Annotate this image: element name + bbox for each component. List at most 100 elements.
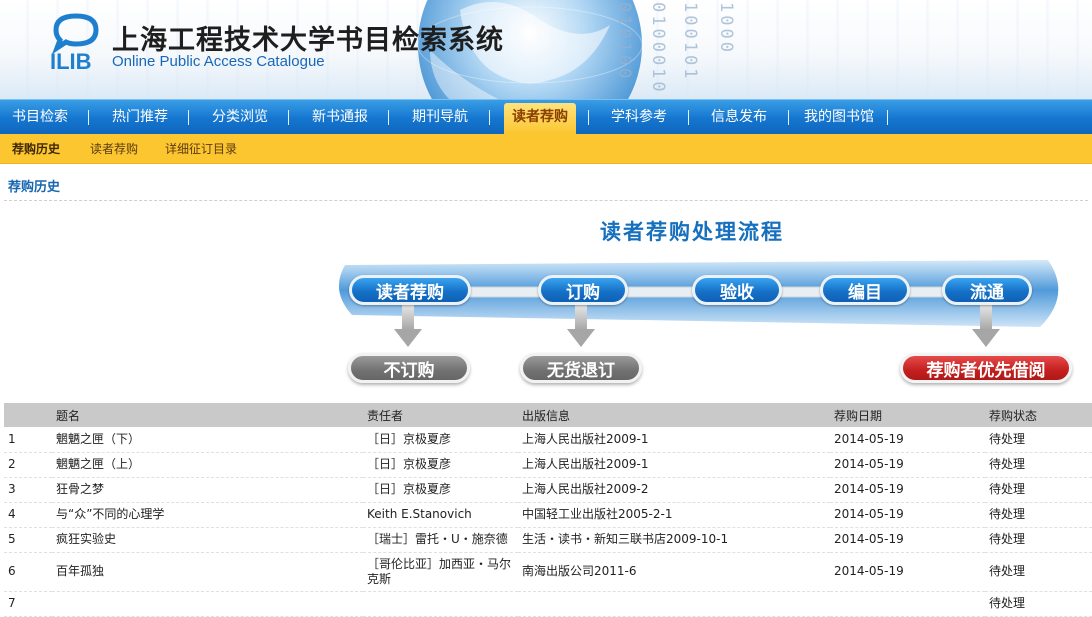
ilib-logo: ILIB: [50, 13, 99, 72]
cell-number: 5: [4, 527, 52, 553]
logo-text: ILIB: [50, 49, 92, 72]
divider: [4, 200, 1088, 201]
cell-publication: 上海人民出版社2009-1: [518, 452, 830, 478]
nav-item-subject-reference[interactable]: 学科参考: [599, 100, 679, 134]
cell-title[interactable]: [52, 591, 363, 617]
cell-publication: 中国轻工业出版社2005-2-1: [518, 502, 830, 528]
main-nav: 书目检索 热门推荐 分类浏览 新书通报 期刊导航 读者荐购 学科参考 信息发布 …: [0, 99, 1092, 134]
subnav-item-order-catalog[interactable]: 详细征订目录: [165, 134, 237, 164]
cell-publication: [518, 591, 830, 617]
cell-date: 2014-05-19: [830, 527, 985, 553]
cell-number: 7: [4, 591, 52, 617]
table-row: 1 魍魉之匣（下） ［日］京极夏彦 上海人民出版社2009-1 2014-05-…: [4, 427, 1092, 453]
column-header-number: [4, 403, 52, 427]
cell-title[interactable]: 疯狂实验史: [52, 527, 363, 553]
nav-separator: [688, 110, 689, 125]
cell-title[interactable]: 魍魉之匣（上）: [52, 452, 363, 478]
process-flow-diagram: 读者荐购处理流程 读者荐购 订购 验收 编目 流通 不订购 无货退订 荐购者优先…: [0, 205, 1092, 400]
nav-item-reader-recommend[interactable]: 读者荐购: [504, 103, 576, 134]
cell-status: 待处理: [985, 452, 1092, 478]
cell-publication: 上海人民出版社2009-1: [518, 427, 830, 453]
flow-step-circulation: 流通: [942, 275, 1032, 305]
cell-number: 2: [4, 452, 52, 478]
nav-separator: [489, 110, 490, 125]
flow-step-order: 订购: [538, 275, 628, 305]
nav-separator: [588, 110, 589, 125]
column-header-publication[interactable]: 出版信息: [518, 403, 830, 427]
cell-status: 待处理: [985, 427, 1092, 453]
cell-status: 待处理: [985, 477, 1092, 503]
cell-date: 2014-05-19: [830, 452, 985, 478]
cell-title[interactable]: 狂骨之梦: [52, 477, 363, 503]
cell-title[interactable]: 与“众”不同的心理学: [52, 502, 363, 528]
cell-author: ［日］京极夏彦: [363, 427, 518, 453]
subnav-item-reader-recommend[interactable]: 读者荐购: [90, 134, 138, 164]
cell-number: 4: [4, 502, 52, 528]
binary-column: 1000: [716, 2, 736, 55]
flow-branch-priority-borrow: 荐购者优先借阅: [900, 353, 1072, 383]
cell-author: [363, 591, 518, 617]
table-row: 6 百年孤独 ［哥伦比亚］加西亚・马尔克斯 南海出版公司2011-6 2014-…: [4, 552, 1092, 592]
cell-title[interactable]: 魍魉之匣（下）: [52, 427, 363, 453]
flow-step-reader-recommend: 读者荐购: [349, 275, 471, 305]
cell-status: 待处理: [985, 527, 1092, 553]
cell-date: 2014-05-19: [830, 427, 985, 453]
nav-item-new-books[interactable]: 新书通报: [300, 100, 380, 134]
cell-publication: 上海人民出版社2009-2: [518, 477, 830, 503]
cell-author: Keith E.Stanovich: [363, 502, 518, 528]
cell-status: 待处理: [985, 502, 1092, 528]
cell-date: [830, 591, 985, 617]
sub-nav: 荐购历史 读者荐购 详细征订目录: [0, 134, 1092, 164]
site-title: 上海工程技术大学书目检索系统: [112, 25, 504, 56]
nav-separator: [88, 110, 89, 125]
site-subtitle: Online Public Access Catalogue: [112, 53, 325, 70]
cell-date: 2014-05-19: [830, 552, 985, 592]
cell-author: ［日］京极夏彦: [363, 477, 518, 503]
table-row: 2 魍魉之匣（上） ［日］京极夏彦 上海人民出版社2009-1 2014-05-…: [4, 452, 1092, 478]
table-row: 4 与“众”不同的心理学 Keith E.Stanovich 中国轻工业出版社2…: [4, 502, 1092, 528]
nav-item-journal-nav[interactable]: 期刊导航: [400, 100, 480, 134]
page-title: 荐购历史: [8, 180, 61, 195]
cell-number: 3: [4, 477, 52, 503]
cell-title[interactable]: 百年孤独: [52, 552, 363, 592]
column-header-status[interactable]: 荐购状态: [985, 403, 1092, 427]
table-header-row: 题名 责任者 出版信息 荐购日期 荐购状态: [4, 403, 1092, 427]
cell-author: ［瑞士］雷托・U・施奈德: [363, 527, 518, 553]
nav-separator: [388, 110, 389, 125]
flow-branch-no-order: 不订购: [348, 353, 470, 383]
cell-publication: 生活・读书・新知三联书店2009-10-1: [518, 527, 830, 553]
table-row: 7 待处理: [4, 591, 1092, 617]
binary-column: 100101: [680, 2, 700, 82]
nav-item-info-release[interactable]: 信息发布: [699, 100, 779, 134]
cell-date: 2014-05-19: [830, 477, 985, 503]
nav-separator: [288, 110, 289, 125]
column-header-date[interactable]: 荐购日期: [830, 403, 985, 427]
nav-separator: [188, 110, 189, 125]
nav-item-catalog-search[interactable]: 书目检索: [0, 100, 80, 134]
cell-author: ［哥伦比亚］加西亚・马尔克斯: [363, 552, 518, 592]
cell-publication: 南海出版公司2011-6: [518, 552, 830, 592]
cell-number: 6: [4, 552, 52, 592]
cell-status: 待处理: [985, 591, 1092, 617]
flow-step-acceptance: 验收: [692, 275, 782, 305]
binary-column: 010100: [614, 2, 634, 82]
header-banner: 010100 0100010 100101 1000 ILIB 上海工程技术大学…: [0, 0, 1092, 100]
flow-step-cataloging: 编目: [820, 275, 910, 305]
recommend-history-table: 题名 责任者 出版信息 荐购日期 荐购状态 1 魍魉之匣（下） ［日］京极夏彦 …: [4, 403, 1092, 617]
nav-item-my-library[interactable]: 我的图书馆: [798, 100, 880, 134]
flow-branch-out-of-stock: 无货退订: [520, 353, 642, 383]
cell-date: 2014-05-19: [830, 502, 985, 528]
subnav-item-recommend-history[interactable]: 荐购历史: [12, 134, 60, 164]
nav-separator: [788, 110, 789, 125]
cell-author: ［日］京极夏彦: [363, 452, 518, 478]
table-row: 3 狂骨之梦 ［日］京极夏彦 上海人民出版社2009-2 2014-05-19 …: [4, 477, 1092, 503]
table-row: 5 疯狂实验史 ［瑞士］雷托・U・施奈德 生活・读书・新知三联书店2009-10…: [4, 527, 1092, 553]
cell-status: 待处理: [985, 552, 1092, 592]
column-header-author[interactable]: 责任者: [363, 403, 518, 427]
nav-item-hot-recommend[interactable]: 热门推荐: [100, 100, 180, 134]
nav-item-category-browse[interactable]: 分类浏览: [200, 100, 280, 134]
column-header-title[interactable]: 题名: [52, 403, 363, 427]
binary-column: 0100010: [648, 2, 668, 95]
cell-number: 1: [4, 427, 52, 453]
nav-separator: [887, 110, 888, 125]
